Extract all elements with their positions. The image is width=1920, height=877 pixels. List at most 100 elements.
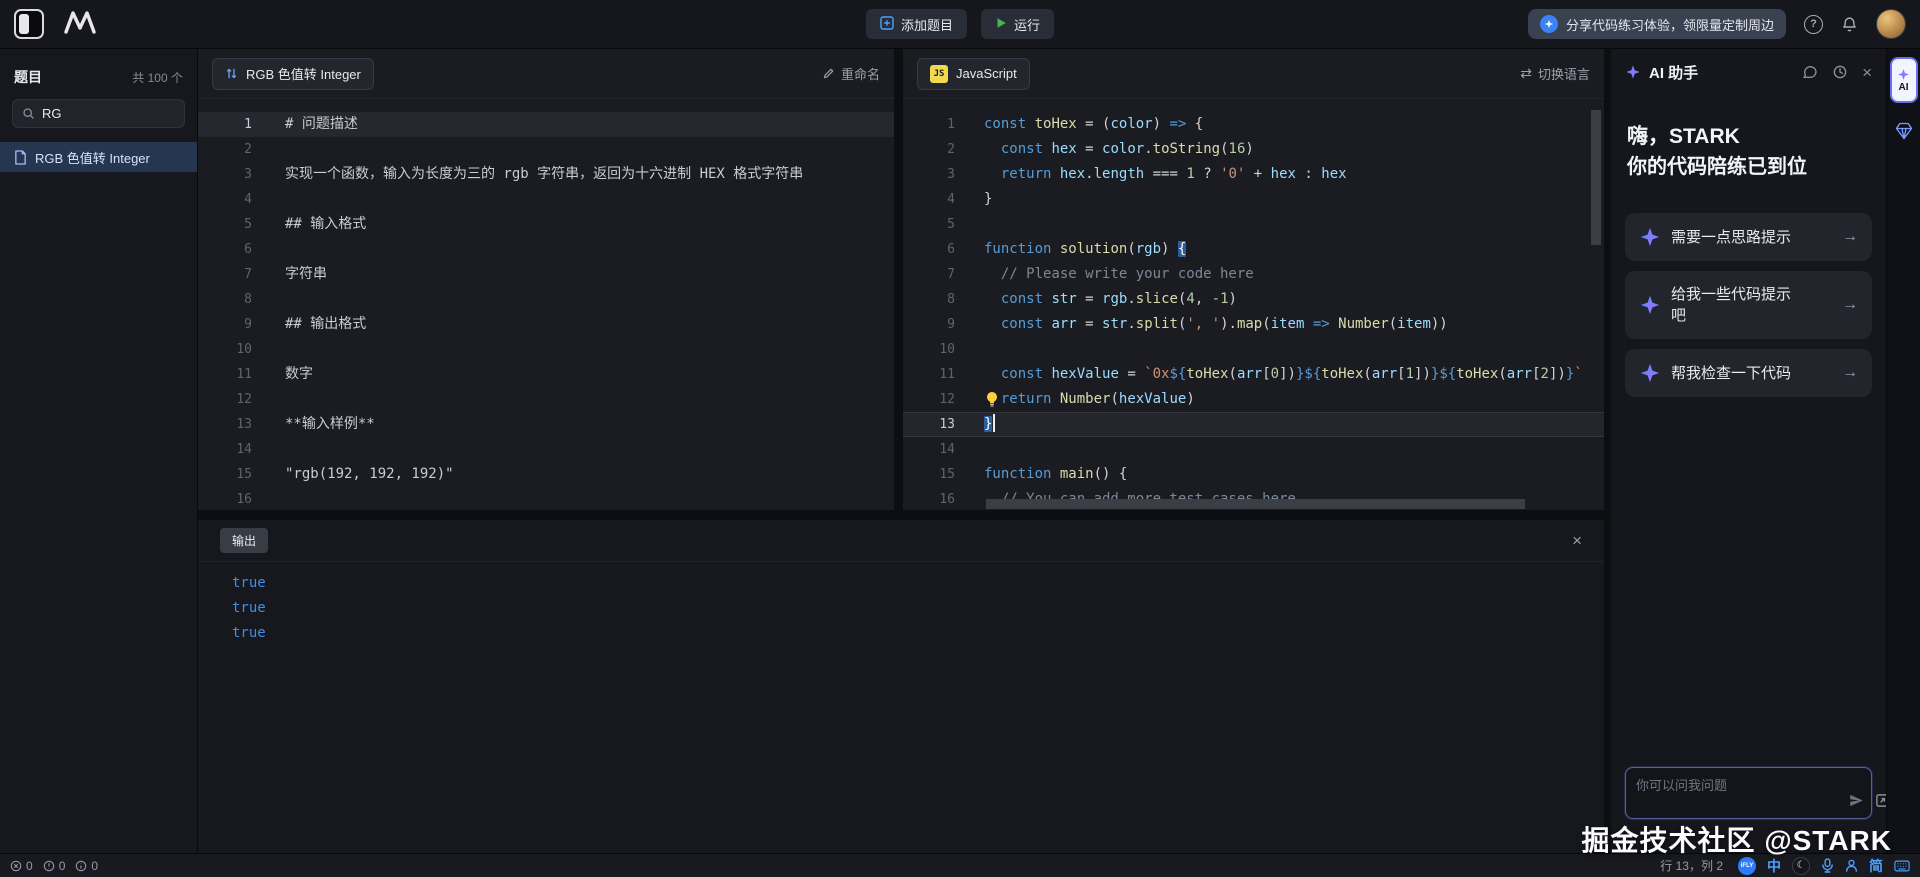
code-line[interactable]: 15function main() {	[903, 462, 1604, 487]
ai-suggestion-card[interactable]: 需要一点思路提示→	[1625, 213, 1872, 261]
send-icon[interactable]	[1849, 793, 1864, 813]
ai-suggestion-card[interactable]: 帮我检查一下代码 →	[1625, 349, 1872, 397]
problem-line[interactable]: 7字符串	[198, 262, 894, 287]
ai-question-input[interactable]	[1636, 775, 1845, 812]
problem-line-text: ## 输出格式	[285, 312, 366, 337]
language-tab[interactable]: JS JavaScript	[917, 58, 1030, 90]
night-mode-icon[interactable]: ☾	[1792, 857, 1810, 875]
problem-line[interactable]: 3实现一个函数，输入为长度为三的 rgb 字符串，返回为十六进制 HEX 格式字…	[198, 162, 894, 187]
problem-sidebar: 题目 共 100 个 RGB 色值转 Integer	[0, 49, 198, 853]
problem-line-text: # 问题描述	[285, 112, 358, 137]
code-line[interactable]: 11 const hexValue = `0x${toHex(arr[0])}$…	[903, 362, 1604, 387]
code-editor[interactable]: 1const toHex = (color) => {2 const hex =…	[903, 112, 1604, 510]
problem-editor[interactable]: 1 # 问题描述23实现一个函数，输入为长度为三的 rgb 字符串，返回为十六进制…	[198, 112, 894, 510]
ai-suggestion-label: 给我一些代码提示吧	[1671, 284, 1801, 326]
history-icon[interactable]	[1832, 64, 1848, 80]
switch-language-button[interactable]: ⇄ 切换语言	[1520, 64, 1590, 83]
code-line[interactable]: 2 const hex = color.toString(16)	[903, 137, 1604, 162]
activity-icon[interactable]	[1894, 121, 1914, 146]
ai-greeting: 嗨，STARK 你的代码陪练已到位	[1611, 95, 1886, 183]
problem-line[interactable]: 8	[198, 287, 894, 312]
user-profile-icon[interactable]	[1845, 859, 1858, 872]
warning-counter[interactable]: 0	[43, 859, 66, 873]
ai-suggestion-label: 帮我检查一下代码	[1671, 363, 1791, 384]
problem-line[interactable]: 16	[198, 487, 894, 510]
keyboard-icon[interactable]	[1894, 860, 1910, 872]
code-line-text: const str = rgb.slice(4, -1)	[984, 287, 1237, 312]
code-line-text: return hex.length === 1 ? '0' + hex : he…	[984, 162, 1347, 187]
marscode-logo-icon[interactable]	[62, 9, 98, 40]
problem-line[interactable]: 5## 输入格式	[198, 212, 894, 237]
problem-line[interactable]: 1 # 问题描述	[198, 112, 894, 137]
close-ai-icon[interactable]: ×	[1862, 64, 1872, 81]
javascript-icon: JS	[930, 65, 948, 83]
ai-suggestion-card[interactable]: 给我一些代码提示吧→	[1625, 271, 1872, 339]
code-line[interactable]: 4}	[903, 187, 1604, 212]
problem-tab-label: RGB 色值转 Integer	[246, 64, 361, 83]
problem-line[interactable]: 4	[198, 187, 894, 212]
line-number: 1	[198, 112, 252, 137]
code-line-text: return Number(hexValue)	[984, 387, 1195, 412]
code-line[interactable]: 9 const arr = str.split(', ').map(item =…	[903, 312, 1604, 337]
bell-icon[interactable]	[1841, 16, 1858, 33]
code-line[interactable]: 10	[903, 337, 1604, 362]
rename-button[interactable]: 重命名	[822, 64, 880, 83]
line-number: 6	[903, 237, 955, 262]
code-panel-header: JS JavaScript ⇄ 切换语言	[903, 49, 1604, 99]
ai-header: AI 助手 ×	[1611, 49, 1886, 95]
problem-line[interactable]: 14	[198, 437, 894, 462]
voice-input-icon[interactable]	[1821, 858, 1834, 873]
problem-line[interactable]: 11数字	[198, 362, 894, 387]
code-panel: JS JavaScript ⇄ 切换语言 1const toHex = (col…	[903, 49, 1604, 510]
avatar[interactable]	[1876, 9, 1906, 39]
add-problem-button[interactable]: 添加题目	[866, 9, 967, 39]
problem-line[interactable]: 12	[198, 387, 894, 412]
ai-greeting-line1: 嗨，STARK	[1627, 121, 1870, 152]
run-button[interactable]: 运行	[981, 9, 1054, 39]
close-output-icon[interactable]: ×	[1572, 532, 1582, 549]
problem-line[interactable]: 10	[198, 337, 894, 362]
problem-line[interactable]: 6	[198, 237, 894, 262]
output-line: true	[232, 621, 1604, 646]
code-line[interactable]: 8 const str = rgb.slice(4, -1)	[903, 287, 1604, 312]
code-line[interactable]: 12 return Number(hexValue)	[903, 387, 1604, 412]
code-line[interactable]: 7 // Please write your code here	[903, 262, 1604, 287]
search-input[interactable]	[42, 106, 175, 121]
code-line[interactable]: 1const toHex = (color) => {	[903, 112, 1604, 137]
output-tab[interactable]: 输出	[220, 528, 268, 553]
chat-icon[interactable]	[1802, 64, 1818, 80]
code-line[interactable]: 13}	[903, 412, 1604, 437]
error-counter[interactable]: 0	[10, 859, 33, 873]
vertical-scrollbar[interactable]	[1591, 110, 1601, 245]
code-line[interactable]: 14	[903, 437, 1604, 462]
sparkle-icon	[1639, 226, 1661, 248]
problem-line[interactable]: 2	[198, 137, 894, 162]
cursor-position[interactable]: 行 13，列 2	[1660, 857, 1723, 874]
info-counter[interactable]: 0	[75, 859, 98, 873]
search-icon	[22, 107, 35, 120]
code-line[interactable]: 3 return hex.length === 1 ? '0' + hex : …	[903, 162, 1604, 187]
output-line: true	[232, 571, 1604, 596]
arrow-right-icon: →	[1842, 364, 1858, 382]
problem-line[interactable]: 15"rgb(192, 192, 192)"	[198, 462, 894, 487]
lightbulb-icon[interactable]	[984, 391, 1000, 407]
error-count: 0	[26, 859, 33, 873]
sidebar-item-problem[interactable]: RGB 色值转 Integer	[0, 142, 197, 172]
promo-banner[interactable]: 分享代码练习体验，领限量定制周边	[1528, 9, 1786, 39]
problem-tab[interactable]: RGB 色值转 Integer	[212, 58, 374, 90]
ai-assistant-badge[interactable]: AI	[1890, 57, 1918, 103]
panel-toggle-logo-icon[interactable]	[14, 9, 44, 39]
pencil-icon	[822, 67, 835, 80]
ai-input-box[interactable]	[1625, 767, 1872, 819]
sparkle-icon	[1639, 294, 1661, 316]
problem-line[interactable]: 9## 输出格式	[198, 312, 894, 337]
ime-logo-icon[interactable]: iFLY	[1738, 857, 1756, 875]
line-number: 16	[903, 487, 955, 510]
search-box[interactable]	[12, 99, 185, 128]
swap-arrows-icon: ⇄	[1520, 65, 1532, 82]
help-icon[interactable]: ?	[1804, 15, 1823, 34]
horizontal-scrollbar[interactable]	[986, 499, 1525, 509]
code-line[interactable]: 6function solution(rgb) {	[903, 237, 1604, 262]
code-line[interactable]: 5	[903, 212, 1604, 237]
problem-line[interactable]: 13**输入样例**	[198, 412, 894, 437]
